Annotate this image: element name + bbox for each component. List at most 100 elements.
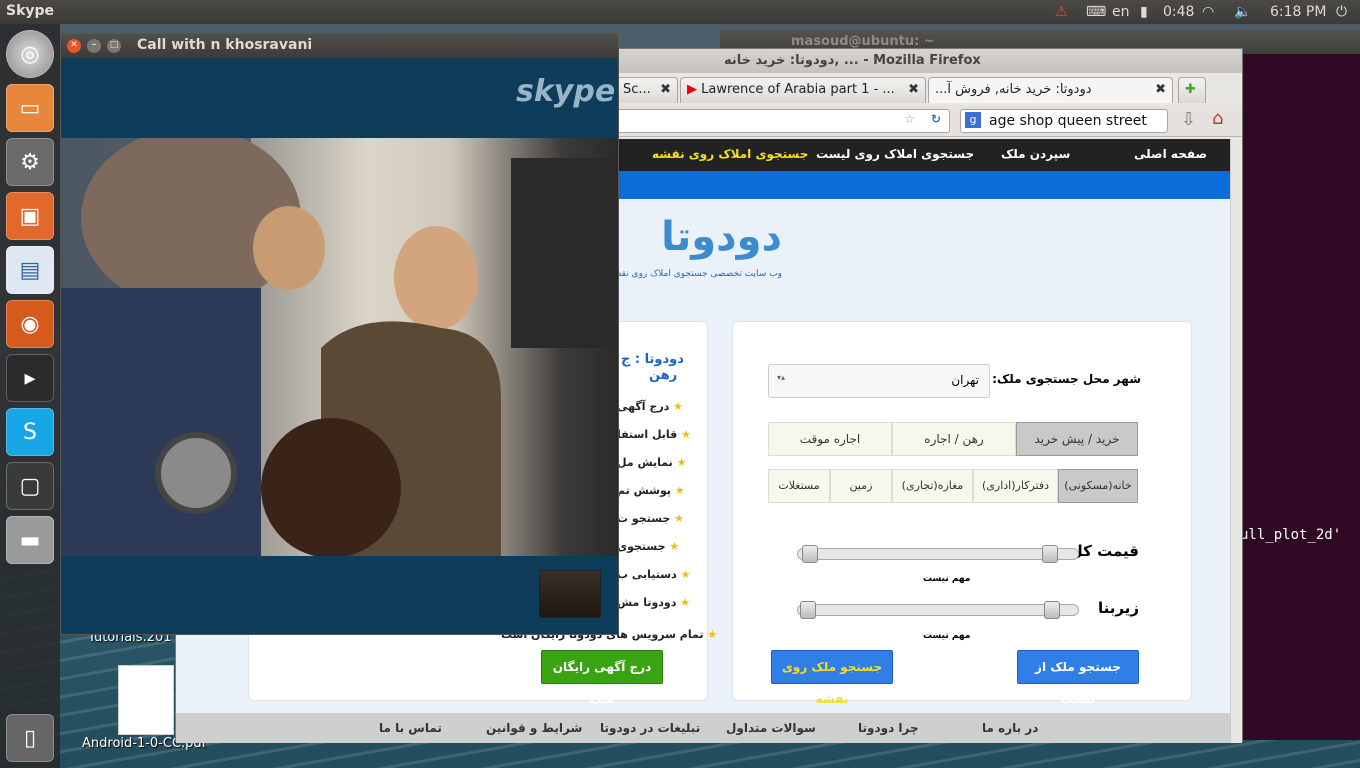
- city-label: شهر محل جستجوی ملک:: [992, 372, 1141, 386]
- terminal-title: masoud@ubuntu: ~: [791, 34, 935, 49]
- nav-home[interactable]: صفحه اصلی: [1134, 147, 1207, 161]
- firefox-title: دودوتا: خرید خانه, ... - Mozilla Firefox: [724, 53, 981, 68]
- skype-icon[interactable]: S: [6, 408, 54, 456]
- nav-list-search[interactable]: جستجوی املاک روی لیست: [816, 147, 974, 161]
- site-logo[interactable]: دودوتا وب سایت تخصصی جستجوی املاک روی نق…: [609, 207, 782, 303]
- video-frame-shapes: [61, 138, 618, 556]
- area-max-handle[interactable]: [1044, 601, 1060, 619]
- skype-titlebar[interactable]: ✕ – □ Call with n khosravani: [61, 34, 618, 58]
- power-icon[interactable]: ⏻: [1336, 3, 1347, 21]
- tab-label: Sc...: [623, 82, 651, 97]
- type-shop[interactable]: مغازه(تجاری): [892, 469, 973, 503]
- drive-icon[interactable]: ▬: [6, 516, 54, 564]
- info-title-1: دودوتا : ج: [621, 352, 684, 367]
- terminal-icon[interactable]: ▸: [6, 354, 54, 402]
- nav-submit-property[interactable]: سپردن ملک: [1001, 147, 1070, 161]
- launcher: ◎ ▭ ⚙ ▣ ▤ ◉ ▸ S ▢ ▬ ▯: [0, 24, 60, 768]
- warning-icon[interactable]: ⚠: [1055, 3, 1068, 21]
- firefox-icon[interactable]: ◉: [6, 300, 54, 348]
- type-office[interactable]: دفترکار(اداری): [973, 469, 1058, 503]
- document-viewer-icon[interactable]: ▤: [6, 246, 54, 294]
- self-video-preview[interactable]: [539, 570, 601, 618]
- footer-contact[interactable]: تماس با ما: [379, 721, 442, 735]
- area-min-handle[interactable]: [800, 601, 816, 619]
- deal-temporary-rent[interactable]: اجاره موقت: [768, 422, 892, 456]
- city-select[interactable]: تهران ▴▾: [768, 364, 990, 398]
- close-tab-icon[interactable]: ✖: [1155, 78, 1166, 102]
- bookmark-star-icon[interactable]: ☆: [904, 112, 915, 126]
- google-icon[interactable]: g: [965, 112, 981, 128]
- clock[interactable]: 6:18 PM: [1270, 3, 1326, 21]
- dash-home-icon[interactable]: ◎: [6, 30, 54, 78]
- feature-item: ★ دودوتا مش: [617, 596, 691, 609]
- feature-list: ★ درج آگهی ★ قابل استفا ★ نمایش مل ★ پوش…: [617, 400, 707, 640]
- battery-icon[interactable]: ▮: [1140, 3, 1148, 21]
- keyboard-icon[interactable]: ⌨: [1086, 3, 1106, 21]
- page-scrollbar[interactable]: [1230, 139, 1242, 743]
- star-icon: ★: [680, 596, 691, 609]
- type-residential[interactable]: خانه(مسکونی): [1058, 469, 1138, 503]
- battery-time[interactable]: 0:48: [1163, 3, 1194, 21]
- price-min-handle[interactable]: [802, 545, 818, 563]
- search-text: age shop queen street: [989, 113, 1147, 129]
- deal-buy[interactable]: خرید / پیش خرید: [1016, 422, 1138, 456]
- deal-mortgage-rent[interactable]: رهن / اجاره: [892, 422, 1016, 456]
- active-app-name: Skype: [6, 3, 55, 19]
- feature-item: ★ جستجو ت: [617, 512, 685, 525]
- footer-about[interactable]: در باره ما: [982, 721, 1038, 735]
- type-commercial-building[interactable]: مستغلات: [768, 469, 830, 503]
- skype-call-window: ✕ – □ Call with n khosravani skype: [60, 33, 619, 635]
- feature-item: ★ پوشش تم: [617, 484, 685, 497]
- trash-icon[interactable]: ▯: [6, 714, 54, 762]
- price-max-handle[interactable]: [1042, 545, 1058, 563]
- price-slider[interactable]: [797, 545, 1079, 563]
- maximize-window-icon[interactable]: □: [107, 39, 121, 53]
- workspace-switcher-icon[interactable]: ▢: [6, 462, 54, 510]
- reload-icon[interactable]: ↻: [931, 112, 941, 126]
- keyboard-layout[interactable]: en: [1112, 3, 1130, 21]
- area-slider[interactable]: [797, 601, 1079, 619]
- footer-why[interactable]: چرا دودوتا: [858, 721, 919, 735]
- home-icon[interactable]: ⌂: [1212, 108, 1223, 129]
- tab-1[interactable]: Sc... ✖: [616, 77, 678, 103]
- remote-video-feed[interactable]: [61, 138, 618, 556]
- star-icon: ★: [707, 628, 718, 641]
- price-note: مهم نیست: [923, 574, 971, 584]
- downloads-icon[interactable]: ⇩: [1181, 109, 1196, 130]
- feature-item: ★ نمایش مل: [617, 456, 687, 469]
- type-land[interactable]: زمین: [830, 469, 892, 503]
- search-bar[interactable]: g age shop queen street: [960, 109, 1168, 133]
- footer-faq[interactable]: سوالات متداول: [726, 721, 816, 735]
- star-icon: ★: [674, 512, 685, 525]
- volume-icon[interactable]: 🔈: [1234, 3, 1251, 21]
- feature-item: ★ دستیابی ب: [617, 568, 691, 581]
- files-icon[interactable]: ▭: [6, 84, 54, 132]
- feature-item: ★ قابل استفا: [617, 428, 691, 441]
- software-center-icon[interactable]: ▣: [6, 192, 54, 240]
- search-card: شهر محل جستجوی ملک: تهران ▴▾ خرید / پیش …: [732, 321, 1192, 706]
- price-label: قیمت کل: [1069, 542, 1139, 560]
- close-window-icon[interactable]: ✕: [67, 39, 81, 53]
- star-icon: ★: [676, 456, 687, 469]
- terminal-text: ull_plot_2d': [1240, 527, 1342, 543]
- star-icon: ★: [674, 484, 685, 497]
- close-tab-icon[interactable]: ✖: [660, 78, 671, 102]
- search-list-button[interactable]: جستجو ملک از لیست: [1017, 650, 1139, 706]
- close-tab-icon[interactable]: ✖: [908, 78, 919, 102]
- system-settings-icon[interactable]: ⚙: [6, 138, 54, 186]
- free-ad-button[interactable]: درج آگهی رایگان ملک: [541, 650, 663, 706]
- tab-2[interactable]: ▶ Lawrence of Arabia part 1 - ... ✖: [680, 77, 926, 103]
- footer-ads[interactable]: تبلیغات در دودوتا: [600, 721, 700, 735]
- pdf-file-icon[interactable]: [118, 665, 174, 735]
- minimize-window-icon[interactable]: –: [87, 39, 101, 53]
- skype-window-title: Call with n khosravani: [137, 37, 313, 53]
- tab-3-active[interactable]: ...دودوتا: خرید خانه, فروش آ ✖: [928, 77, 1173, 103]
- tab-label: Lawrence of Arabia part 1 - ...: [701, 82, 895, 97]
- search-map-button[interactable]: جستجو ملک روی نقشه: [771, 650, 893, 706]
- nav-map-search[interactable]: جستجوی املاک روی نقشه: [652, 147, 808, 161]
- footer-terms[interactable]: شرایط و قوانین: [486, 721, 582, 735]
- wifi-icon[interactable]: ◠: [1202, 3, 1214, 21]
- logo-name: دودوتا: [661, 214, 782, 260]
- new-tab-button[interactable]: ✚: [1178, 77, 1206, 103]
- skype-logo: skype: [516, 74, 616, 109]
